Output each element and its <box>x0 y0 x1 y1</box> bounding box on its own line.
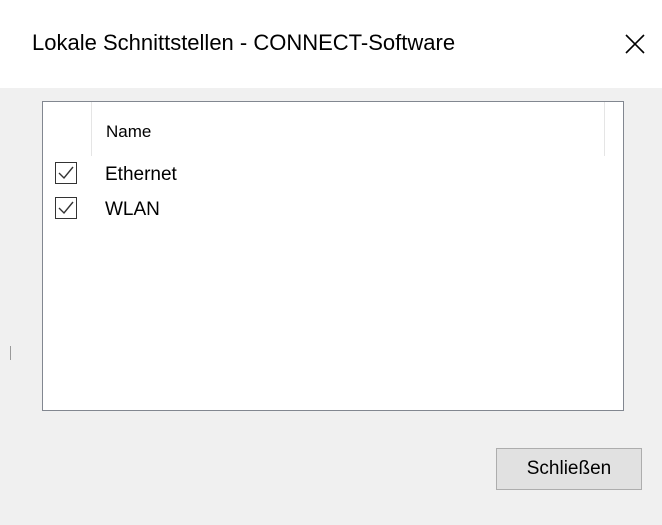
list-item-label: Ethernet <box>105 164 177 185</box>
edge-divider <box>10 346 11 360</box>
window-close-button[interactable] <box>608 14 662 74</box>
column-header-name[interactable]: Name <box>91 102 605 156</box>
checkbox-ethernet[interactable] <box>55 162 77 184</box>
checkbox-wlan[interactable] <box>55 197 77 219</box>
checkmark-icon <box>58 201 74 215</box>
list-item-label: WLAN <box>105 199 160 220</box>
list-item-ethernet[interactable]: Ethernet <box>43 157 623 191</box>
dialog-window: Lokale Schnittstellen - CONNECT-Software… <box>0 0 662 525</box>
list-header: Name <box>43 102 623 156</box>
close-icon <box>625 34 645 54</box>
checkmark-icon <box>58 166 74 180</box>
window-title: Lokale Schnittstellen - CONNECT-Software <box>32 30 456 55</box>
interfaces-list[interactable]: Name Ethernet WLAN <box>42 101 624 411</box>
list-item-wlan[interactable]: WLAN <box>43 192 623 226</box>
close-button[interactable]: Schließen <box>496 448 642 490</box>
column-header-label: Name <box>106 122 152 141</box>
title-bar: Lokale Schnittstellen - CONNECT-Software <box>0 0 662 88</box>
